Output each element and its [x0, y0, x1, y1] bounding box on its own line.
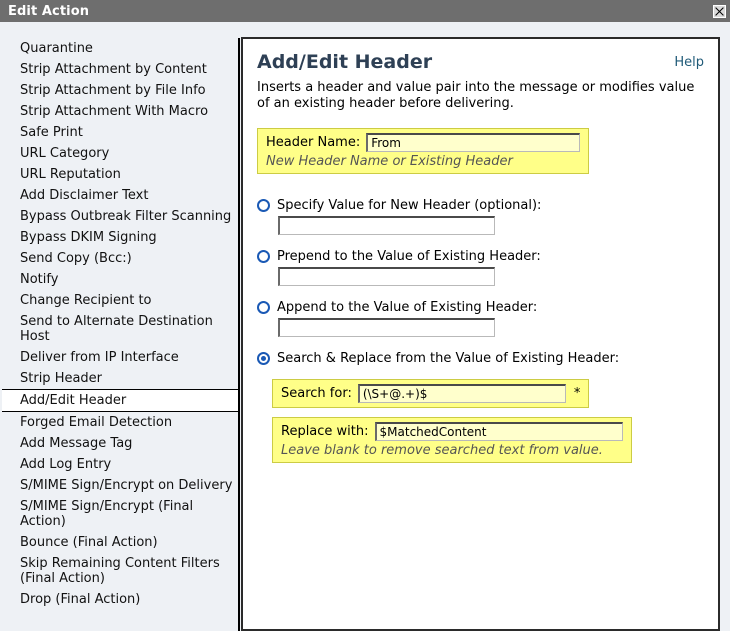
window-title: Edit Action — [8, 3, 90, 19]
replace-with-input[interactable] — [374, 422, 623, 441]
sidebar-item[interactable]: Strip Attachment by Content — [2, 59, 238, 80]
sidebar-item[interactable]: Bypass Outbreak Filter Scanning — [2, 206, 238, 227]
append-value-input[interactable] — [278, 318, 495, 337]
sidebar-item-selected[interactable]: Add/Edit Header — [2, 389, 238, 412]
search-for-required-marker: * — [573, 386, 581, 401]
option-prepend-value[interactable]: Prepend to the Value of Existing Header: — [257, 249, 704, 264]
sidebar-item[interactable]: Send to Alternate Destination Host — [2, 311, 238, 347]
sidebar-item[interactable]: Drop (Final Action) — [2, 589, 238, 610]
search-for-label: Search for: — [281, 386, 352, 401]
radio-specify-value-icon[interactable] — [257, 199, 270, 212]
option-prepend-value-label: Prepend to the Value of Existing Header: — [277, 249, 541, 264]
specify-value-input[interactable] — [278, 216, 495, 235]
header-name-input[interactable] — [366, 133, 581, 152]
prepend-value-input[interactable] — [278, 267, 495, 286]
sidebar-item[interactable]: Strip Header — [2, 368, 238, 389]
page-title: Add/Edit Header — [257, 51, 433, 73]
close-icon[interactable] — [713, 4, 726, 18]
sidebar-item[interactable]: Forged Email Detection — [2, 412, 238, 433]
sidebar-item[interactable]: Add Message Tag — [2, 433, 238, 454]
search-replace-fields: Search for: * Replace with: — [257, 379, 704, 472]
value-mode-options: Specify Value for New Header (optional):… — [257, 198, 704, 472]
option-search-replace-label: Search & Replace from the Value of Exist… — [277, 351, 620, 366]
sidebar-item[interactable]: S/MIME Sign/Encrypt (Final Action) — [2, 496, 238, 532]
header-name-group: Header Name: New Header Name or Existing… — [257, 128, 590, 174]
sidebar-item[interactable]: S/MIME Sign/Encrypt on Delivery — [2, 475, 238, 496]
sidebar-item[interactable]: Strip Attachment With Macro — [2, 101, 238, 122]
window-titlebar: Edit Action — [0, 0, 730, 22]
option-append-value-label: Append to the Value of Existing Header: — [277, 300, 538, 315]
sidebar-item[interactable]: Bounce (Final Action) — [2, 532, 238, 553]
sidebar-item[interactable]: Safe Print — [2, 122, 238, 143]
sidebar-item[interactable]: URL Reputation — [2, 164, 238, 185]
replace-with-group: Replace with: Leave blank to remove sear… — [272, 417, 632, 463]
search-for-input[interactable] — [357, 384, 566, 403]
add-edit-header-panel: Add/Edit Header Help Inserts a header an… — [241, 37, 720, 631]
sidebar-item[interactable]: Deliver from IP Interface — [2, 347, 238, 368]
sidebar-item[interactable]: Add Disclaimer Text — [2, 185, 238, 206]
panel-description: Inserts a header and value pair into the… — [257, 80, 695, 111]
sidebar-item[interactable]: Send Copy (Bcc:) — [2, 248, 238, 269]
sidebar-item[interactable]: Quarantine — [2, 38, 238, 59]
radio-append-value-icon[interactable] — [257, 301, 270, 314]
sidebar-item[interactable]: URL Category — [2, 143, 238, 164]
option-specify-value-label: Specify Value for New Header (optional): — [277, 198, 542, 213]
action-type-list[interactable]: Quarantine Strip Attachment by Content Str… — [2, 38, 240, 631]
sidebar-item[interactable]: Bypass DKIM Signing — [2, 227, 238, 248]
sidebar-item[interactable]: Add Log Entry — [2, 454, 238, 475]
header-name-label: Header Name: — [266, 135, 361, 150]
window-body: Quarantine Strip Attachment by Content Str… — [0, 22, 730, 631]
option-append-value[interactable]: Append to the Value of Existing Header: — [257, 300, 704, 315]
option-specify-value[interactable]: Specify Value for New Header (optional): — [257, 198, 704, 213]
radio-prepend-value-icon[interactable] — [257, 250, 270, 263]
sidebar-item[interactable]: Notify — [2, 269, 238, 290]
panel-header: Add/Edit Header Help — [257, 51, 704, 73]
replace-with-label: Replace with: — [281, 424, 369, 439]
option-search-replace[interactable]: Search & Replace from the Value of Exist… — [257, 351, 704, 366]
radio-search-replace-icon[interactable] — [257, 352, 270, 365]
sidebar-item[interactable]: Skip Remaining Content Filters (Final Ac… — [2, 553, 238, 589]
replace-with-hint: Leave blank to remove searched text from… — [281, 443, 603, 458]
header-name-hint: New Header Name or Existing Header — [266, 154, 513, 169]
help-link[interactable]: Help — [674, 51, 704, 70]
sidebar-item[interactable]: Change Recipient to — [2, 290, 238, 311]
search-for-group: Search for: * — [272, 379, 590, 408]
sidebar-item[interactable]: Strip Attachment by File Info — [2, 80, 238, 101]
